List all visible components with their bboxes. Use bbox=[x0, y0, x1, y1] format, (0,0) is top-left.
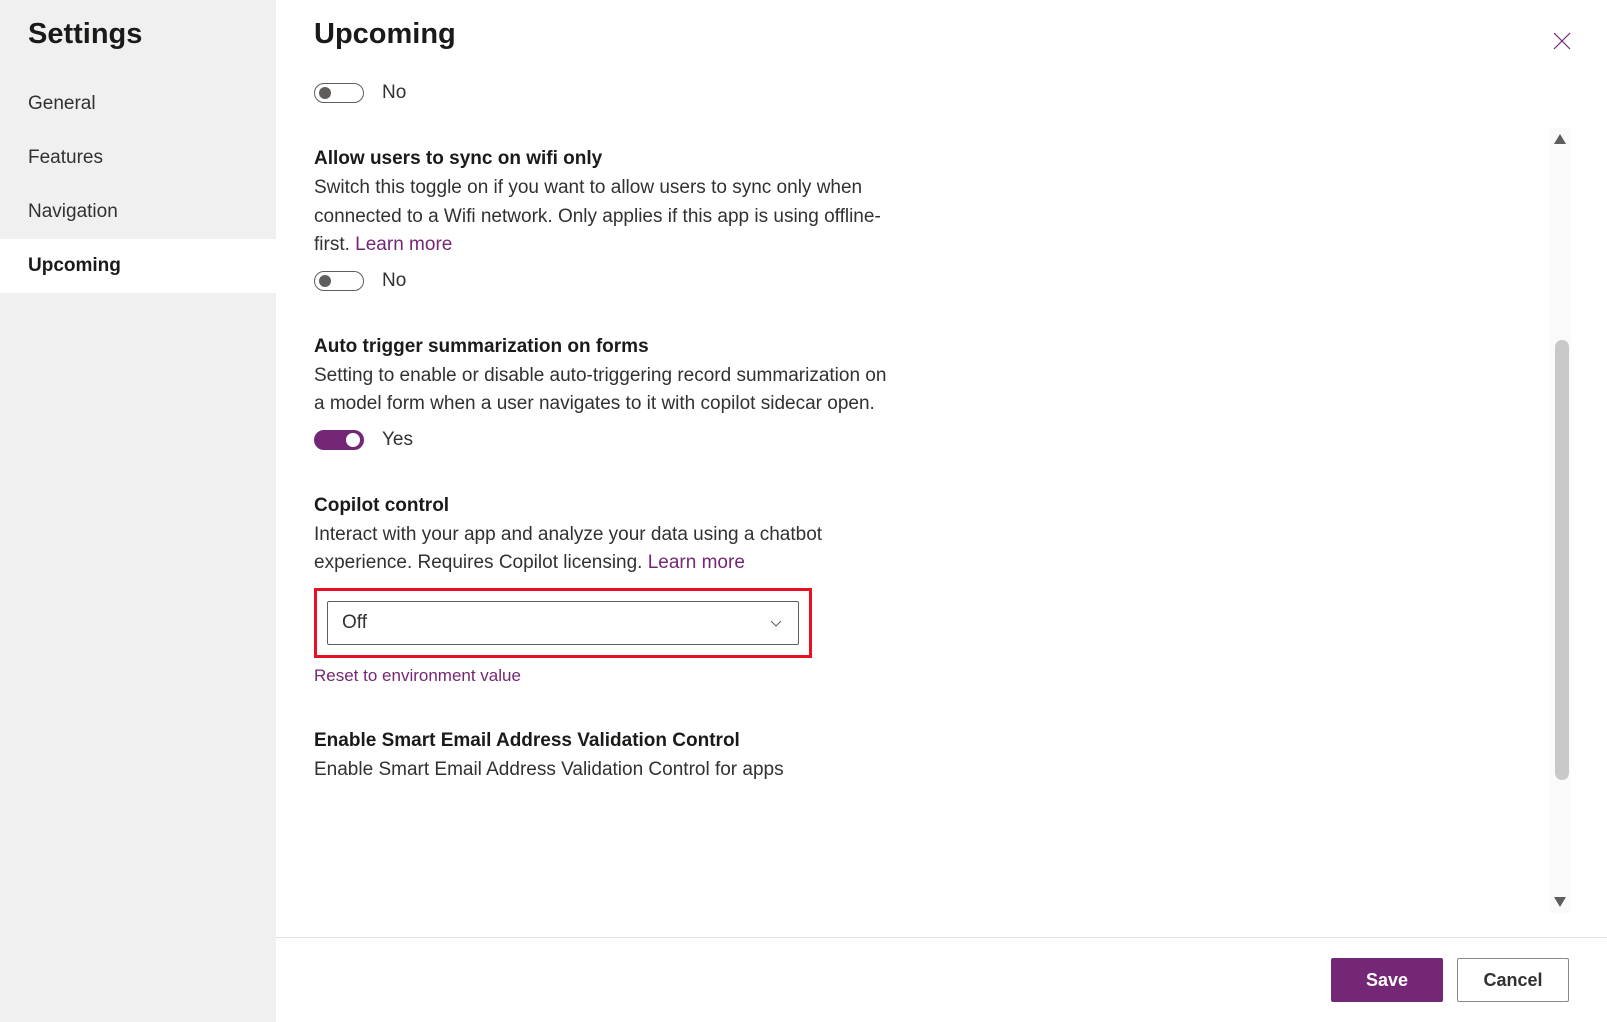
toggle-unknown-top[interactable] bbox=[314, 83, 364, 103]
setting-title-wifi-sync: Allow users to sync on wifi only bbox=[314, 148, 1525, 170]
setting-smart-email: Enable Smart Email Address Validation Co… bbox=[314, 730, 1525, 785]
scroll-thumb[interactable] bbox=[1555, 340, 1569, 780]
page-title: Upcoming bbox=[314, 18, 456, 51]
content-header: Upcoming bbox=[276, 0, 1607, 58]
learn-more-link-wifi[interactable]: Learn more bbox=[355, 234, 452, 255]
setting-wifi-sync: Allow users to sync on wifi only Switch … bbox=[314, 148, 1525, 292]
setting-desc-wifi-sync: Switch this toggle on if you want to all… bbox=[314, 174, 894, 260]
setting-unknown-top: No bbox=[314, 82, 1525, 104]
settings-sidebar: Settings General Features Navigation Upc… bbox=[0, 0, 276, 1022]
setting-auto-summarize: Auto trigger summarization on forms Sett… bbox=[314, 336, 1525, 451]
toggle-label-wifi-sync: No bbox=[382, 270, 406, 292]
settings-scroll-area: No Allow users to sync on wifi only Swit… bbox=[276, 58, 1607, 937]
setting-title-smart-email: Enable Smart Email Address Validation Co… bbox=[314, 730, 1525, 752]
setting-desc-auto-summarize: Setting to enable or disable auto-trigge… bbox=[314, 362, 894, 419]
close-button[interactable] bbox=[1545, 24, 1579, 58]
chevron-down-icon bbox=[768, 615, 784, 631]
reset-to-env-link[interactable]: Reset to environment value bbox=[314, 666, 521, 686]
sidebar-item-navigation[interactable]: Navigation bbox=[0, 185, 276, 239]
scroll-track[interactable] bbox=[1549, 150, 1571, 891]
learn-more-link-copilot[interactable]: Learn more bbox=[648, 552, 745, 573]
setting-desc-smart-email: Enable Smart Email Address Validation Co… bbox=[314, 756, 894, 785]
footer-bar: Save Cancel bbox=[276, 937, 1607, 1022]
content-panel: Upcoming No Allow users to sync on wifi … bbox=[276, 0, 1607, 1022]
cancel-button[interactable]: Cancel bbox=[1457, 958, 1569, 1002]
triangle-down-icon bbox=[1554, 897, 1566, 907]
setting-copilot-control: Copilot control Interact with your app a… bbox=[314, 495, 1525, 686]
scroll-up-button[interactable] bbox=[1549, 128, 1571, 150]
sidebar-item-upcoming[interactable]: Upcoming bbox=[0, 239, 276, 293]
toggle-label-auto-summarize: Yes bbox=[382, 429, 413, 451]
setting-title-auto-summarize: Auto trigger summarization on forms bbox=[314, 336, 1525, 358]
sidebar-title: Settings bbox=[0, 18, 276, 77]
scrollbar bbox=[1549, 128, 1571, 913]
sidebar-item-features[interactable]: Features bbox=[0, 131, 276, 185]
save-button[interactable]: Save bbox=[1331, 958, 1443, 1002]
close-icon bbox=[1550, 29, 1574, 53]
triangle-up-icon bbox=[1554, 134, 1566, 144]
toggle-auto-summarize[interactable] bbox=[314, 430, 364, 450]
setting-title-copilot: Copilot control bbox=[314, 495, 1525, 517]
setting-desc-copilot: Interact with your app and analyze your … bbox=[314, 521, 894, 578]
toggle-label-unknown-top: No bbox=[382, 82, 406, 104]
copilot-select[interactable]: Off bbox=[327, 601, 799, 645]
sidebar-item-general[interactable]: General bbox=[0, 77, 276, 131]
copilot-select-value: Off bbox=[342, 612, 367, 634]
copilot-select-highlight: Off bbox=[314, 588, 812, 658]
scroll-down-button[interactable] bbox=[1549, 891, 1571, 913]
toggle-wifi-sync[interactable] bbox=[314, 271, 364, 291]
setting-desc-text-copilot: Interact with your app and analyze your … bbox=[314, 524, 822, 574]
